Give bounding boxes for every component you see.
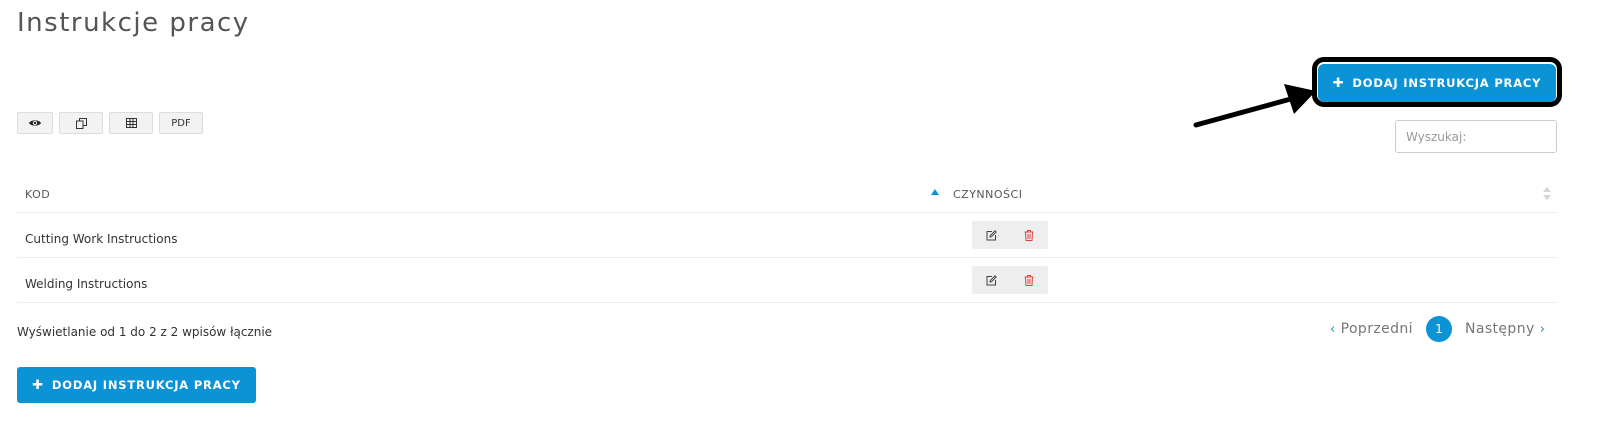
- copy-icon: [75, 117, 87, 129]
- plus-icon: ✚: [1332, 75, 1345, 91]
- page-number-current[interactable]: 1: [1425, 316, 1452, 342]
- edit-icon: [986, 274, 997, 285]
- pagination: ‹ Poprzedni 1 Następny ›: [1330, 316, 1545, 342]
- chevron-left-icon: ‹: [1330, 321, 1336, 337]
- annotation-arrow-icon: [1193, 84, 1316, 128]
- chevron-right-icon: ›: [1539, 321, 1546, 337]
- search-input[interactable]: [1395, 120, 1557, 153]
- column-header-kod[interactable]: KOD: [25, 188, 50, 201]
- page-title: Instrukcje pracy: [17, 8, 250, 38]
- excel-export-button[interactable]: [109, 112, 153, 134]
- edit-button[interactable]: [977, 221, 1005, 249]
- next-page-label: Następny: [1464, 321, 1535, 337]
- eye-icon: [29, 120, 41, 126]
- table-icon: [125, 118, 137, 128]
- edit-button[interactable]: [977, 266, 1005, 294]
- row-actions: [972, 221, 1048, 249]
- work-instructions-table: KOD CZYNNOŚCI Cutting Work Instructions: [17, 176, 1557, 303]
- add-button-label: DODAJ INSTRUKCJA PRACY: [1352, 76, 1542, 90]
- delete-button[interactable]: [1015, 221, 1043, 249]
- table-info: Wyświetlanie od 1 do 2 z 2 wpisów łączni…: [17, 325, 273, 339]
- pdf-export-button[interactable]: PDF: [159, 112, 203, 134]
- sort-asc-icon[interactable]: [931, 189, 939, 195]
- prev-page-link[interactable]: ‹ Poprzedni: [1330, 321, 1413, 337]
- page: Instrukcje pracy ✚ DODAJ INSTRUKCJA PRAC…: [0, 0, 1621, 436]
- plus-icon: ✚: [32, 377, 44, 393]
- next-page-link[interactable]: Następny ›: [1465, 321, 1545, 337]
- copy-button[interactable]: [59, 112, 103, 134]
- trash-icon: [1024, 229, 1034, 241]
- sort-both-icon[interactable]: [1543, 187, 1551, 201]
- trash-icon: [1024, 274, 1034, 286]
- row-code: Cutting Work Instructions: [25, 232, 178, 246]
- row-actions: [972, 266, 1048, 294]
- delete-button[interactable]: [1015, 266, 1043, 294]
- column-visibility-button[interactable]: [17, 112, 53, 134]
- row-code: Welding Instructions: [25, 277, 148, 291]
- column-header-actions[interactable]: CZYNNOŚCI: [953, 188, 1022, 201]
- table-header: KOD CZYNNOŚCI: [17, 176, 1557, 213]
- edit-icon: [986, 229, 997, 240]
- add-button-label: DODAJ INSTRUKCJA PRACY: [51, 378, 241, 392]
- prev-page-label: Poprzedni: [1340, 321, 1413, 337]
- table-row: Welding Instructions: [17, 258, 1557, 303]
- export-toolbar: PDF: [17, 112, 203, 134]
- add-work-instruction-button-top[interactable]: ✚ DODAJ INSTRUKCJA PRACY: [1318, 64, 1556, 102]
- table-row: Cutting Work Instructions: [17, 213, 1557, 258]
- add-work-instruction-button-bottom[interactable]: ✚ DODAJ INSTRUKCJA PRACY: [17, 367, 256, 403]
